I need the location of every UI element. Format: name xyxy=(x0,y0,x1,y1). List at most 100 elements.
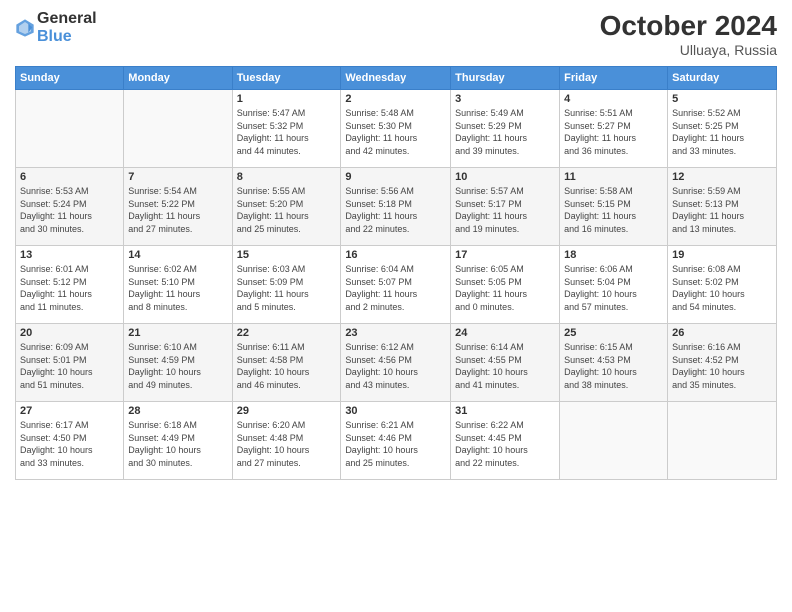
calendar-cell: 4Sunrise: 5:51 AM Sunset: 5:27 PM Daylig… xyxy=(560,90,668,168)
calendar-week-row: 6Sunrise: 5:53 AM Sunset: 5:24 PM Daylig… xyxy=(16,168,777,246)
calendar-cell: 24Sunrise: 6:14 AM Sunset: 4:55 PM Dayli… xyxy=(451,324,560,402)
calendar-cell: 26 Sunrise: 6:16 AM Sunset: 4:52 PM Dayli… xyxy=(668,324,777,402)
day-info: Sunrise: 6:05 AM Sunset: 5:05 PM Dayligh… xyxy=(455,263,555,313)
header: General Blue October 2024 Ulluaya, Russi… xyxy=(15,10,777,58)
calendar-cell: 19Sunrise: 6:08 AM Sunset: 5:02 PM Dayli… xyxy=(668,246,777,324)
calendar-week-row: 13Sunrise: 6:01 AM Sunset: 5:12 PM Dayli… xyxy=(16,246,777,324)
calendar-cell xyxy=(16,90,124,168)
calendar-week-row: 20 Sunrise: 6:09 AM Sunset: 5:01 PM Dayli… xyxy=(16,324,777,402)
calendar-cell: 3 Sunrise: 5:49 AM Sunset: 5:29 PM Daylig… xyxy=(451,90,560,168)
day-info: Sunrise: 6:11 AM Sunset: 4:58 PM Dayligh… xyxy=(237,341,337,391)
day-info: Sunrise: 5:49 AM Sunset: 5:29 PM Dayligh… xyxy=(455,107,555,157)
day-number: 31 xyxy=(455,405,555,417)
calendar-header-row: SundayMondayTuesdayWednesdayThursdayFrid… xyxy=(16,67,777,90)
day-number: 8 xyxy=(237,171,337,183)
day-number: 20 xyxy=(20,327,119,339)
day-info: Sunrise: 5:58 AM Sunset: 5:15 PM Dayligh… xyxy=(564,185,663,235)
calendar-week-row: 27 Sunrise: 6:17 AM Sunset: 4:50 PM Dayli… xyxy=(16,402,777,480)
calendar-cell: 23 Sunrise: 6:12 AM Sunset: 4:56 PM Dayli… xyxy=(341,324,451,402)
day-number: 22 xyxy=(237,327,337,339)
day-number: 18 xyxy=(564,249,663,261)
calendar-day-header: Sunday xyxy=(16,67,124,90)
calendar-cell: 12 Sunrise: 5:59 AM Sunset: 5:13 PM Dayli… xyxy=(668,168,777,246)
calendar-day-header: Saturday xyxy=(668,67,777,90)
calendar-cell xyxy=(560,402,668,480)
day-info: Sunrise: 6:02 AM Sunset: 5:10 PM Dayligh… xyxy=(128,263,227,313)
day-number: 21 xyxy=(128,327,227,339)
day-number: 9 xyxy=(345,171,446,183)
day-number: 13 xyxy=(20,249,119,261)
day-info: Sunrise: 5:53 AM Sunset: 5:24 PM Dayligh… xyxy=(20,185,119,235)
day-info: Sunrise: 5:57 AM Sunset: 5:17 PM Dayligh… xyxy=(455,185,555,235)
day-number: 12 xyxy=(672,171,772,183)
day-number: 24 xyxy=(455,327,555,339)
title-section: October 2024 Ulluaya, Russia xyxy=(600,10,777,58)
calendar-cell: 1 Sunrise: 5:47 AM Sunset: 5:32 PM Daylig… xyxy=(232,90,341,168)
calendar-cell: 16 Sunrise: 6:04 AM Sunset: 5:07 PM Dayli… xyxy=(341,246,451,324)
day-number: 27 xyxy=(20,405,119,417)
day-info: Sunrise: 5:59 AM Sunset: 5:13 PM Dayligh… xyxy=(672,185,772,235)
day-number: 23 xyxy=(345,327,446,339)
day-number: 1 xyxy=(237,93,337,105)
day-number: 30 xyxy=(345,405,446,417)
calendar-cell xyxy=(124,90,232,168)
calendar-week-row: 1 Sunrise: 5:47 AM Sunset: 5:32 PM Daylig… xyxy=(16,90,777,168)
calendar-cell: 13Sunrise: 6:01 AM Sunset: 5:12 PM Dayli… xyxy=(16,246,124,324)
calendar-cell: 9 Sunrise: 5:56 AM Sunset: 5:18 PM Daylig… xyxy=(341,168,451,246)
calendar-day-header: Monday xyxy=(124,67,232,90)
calendar-day-header: Wednesday xyxy=(341,67,451,90)
day-number: 14 xyxy=(128,249,227,261)
day-info: Sunrise: 6:20 AM Sunset: 4:48 PM Dayligh… xyxy=(237,419,337,469)
day-info: Sunrise: 5:54 AM Sunset: 5:22 PM Dayligh… xyxy=(128,185,227,235)
day-info: Sunrise: 6:09 AM Sunset: 5:01 PM Dayligh… xyxy=(20,341,119,391)
day-info: Sunrise: 5:51 AM Sunset: 5:27 PM Dayligh… xyxy=(564,107,663,157)
day-number: 25 xyxy=(564,327,663,339)
day-info: Sunrise: 6:17 AM Sunset: 4:50 PM Dayligh… xyxy=(20,419,119,469)
logo-blue: Blue xyxy=(37,28,97,46)
calendar-cell: 14 Sunrise: 6:02 AM Sunset: 5:10 PM Dayli… xyxy=(124,246,232,324)
day-info: Sunrise: 5:48 AM Sunset: 5:30 PM Dayligh… xyxy=(345,107,446,157)
location: Ulluaya, Russia xyxy=(600,42,777,58)
day-number: 29 xyxy=(237,405,337,417)
day-number: 16 xyxy=(345,249,446,261)
calendar-cell: 6Sunrise: 5:53 AM Sunset: 5:24 PM Daylig… xyxy=(16,168,124,246)
calendar-cell: 27 Sunrise: 6:17 AM Sunset: 4:50 PM Dayli… xyxy=(16,402,124,480)
calendar-cell: 30Sunrise: 6:21 AM Sunset: 4:46 PM Dayli… xyxy=(341,402,451,480)
day-info: Sunrise: 6:08 AM Sunset: 5:02 PM Dayligh… xyxy=(672,263,772,313)
day-info: Sunrise: 5:52 AM Sunset: 5:25 PM Dayligh… xyxy=(672,107,772,157)
day-info: Sunrise: 6:16 AM Sunset: 4:52 PM Dayligh… xyxy=(672,341,772,391)
calendar-cell: 29 Sunrise: 6:20 AM Sunset: 4:48 PM Dayli… xyxy=(232,402,341,480)
day-info: Sunrise: 6:12 AM Sunset: 4:56 PM Dayligh… xyxy=(345,341,446,391)
calendar-cell: 20 Sunrise: 6:09 AM Sunset: 5:01 PM Dayli… xyxy=(16,324,124,402)
day-info: Sunrise: 5:47 AM Sunset: 5:32 PM Dayligh… xyxy=(237,107,337,157)
calendar-cell: 31Sunrise: 6:22 AM Sunset: 4:45 PM Dayli… xyxy=(451,402,560,480)
calendar-cell: 2 Sunrise: 5:48 AM Sunset: 5:30 PM Daylig… xyxy=(341,90,451,168)
calendar-cell: 10 Sunrise: 5:57 AM Sunset: 5:17 PM Dayli… xyxy=(451,168,560,246)
day-number: 26 xyxy=(672,327,772,339)
day-number: 10 xyxy=(455,171,555,183)
day-info: Sunrise: 6:06 AM Sunset: 5:04 PM Dayligh… xyxy=(564,263,663,313)
calendar-cell: 17 Sunrise: 6:05 AM Sunset: 5:05 PM Dayli… xyxy=(451,246,560,324)
day-number: 7 xyxy=(128,171,227,183)
calendar-day-header: Friday xyxy=(560,67,668,90)
day-info: Sunrise: 6:15 AM Sunset: 4:53 PM Dayligh… xyxy=(564,341,663,391)
calendar-cell: 7 Sunrise: 5:54 AM Sunset: 5:22 PM Daylig… xyxy=(124,168,232,246)
day-number: 28 xyxy=(128,405,227,417)
calendar-cell: 22 Sunrise: 6:11 AM Sunset: 4:58 PM Dayli… xyxy=(232,324,341,402)
day-info: Sunrise: 6:03 AM Sunset: 5:09 PM Dayligh… xyxy=(237,263,337,313)
day-info: Sunrise: 5:55 AM Sunset: 5:20 PM Dayligh… xyxy=(237,185,337,235)
day-number: 17 xyxy=(455,249,555,261)
calendar-cell: 18 Sunrise: 6:06 AM Sunset: 5:04 PM Dayli… xyxy=(560,246,668,324)
calendar-day-header: Thursday xyxy=(451,67,560,90)
day-number: 15 xyxy=(237,249,337,261)
calendar-table: SundayMondayTuesdayWednesdayThursdayFrid… xyxy=(15,66,777,480)
day-info: Sunrise: 5:56 AM Sunset: 5:18 PM Dayligh… xyxy=(345,185,446,235)
day-number: 2 xyxy=(345,93,446,105)
calendar-cell: 11Sunrise: 5:58 AM Sunset: 5:15 PM Dayli… xyxy=(560,168,668,246)
logo-icon xyxy=(15,18,35,38)
calendar-cell: 5Sunrise: 5:52 AM Sunset: 5:25 PM Daylig… xyxy=(668,90,777,168)
day-number: 3 xyxy=(455,93,555,105)
day-info: Sunrise: 6:04 AM Sunset: 5:07 PM Dayligh… xyxy=(345,263,446,313)
logo-general: General xyxy=(37,10,97,28)
day-info: Sunrise: 6:10 AM Sunset: 4:59 PM Dayligh… xyxy=(128,341,227,391)
